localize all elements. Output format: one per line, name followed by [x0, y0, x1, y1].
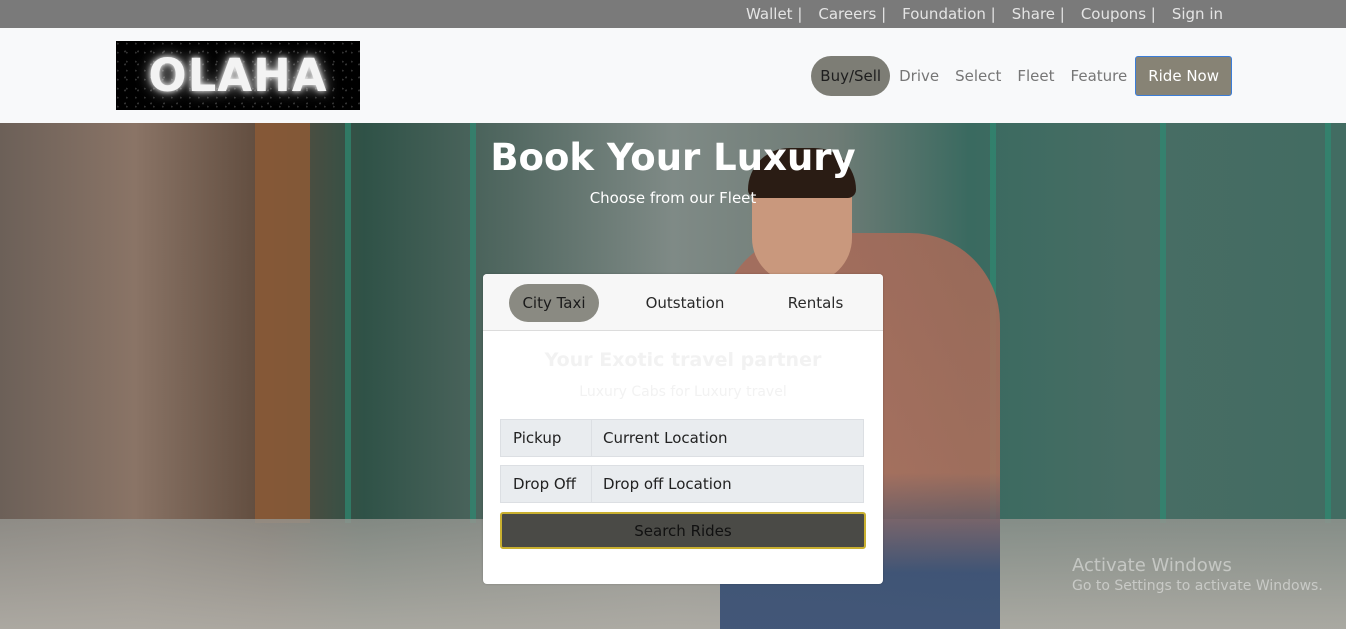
- dropoff-label: Drop Off: [500, 465, 591, 503]
- nav-feature[interactable]: Feature: [1071, 67, 1128, 85]
- search-rides-button[interactable]: Search Rides: [500, 512, 866, 549]
- main-nav: Buy/Sell Drive Select Fleet Feature Ride…: [811, 56, 1232, 96]
- nav-fleet[interactable]: Fleet: [1017, 67, 1054, 85]
- hero-section: Book Your Luxury Choose from our Fleet C…: [0, 123, 1346, 629]
- watermark-title: Activate Windows: [1072, 555, 1232, 576]
- watermark-subtitle: Go to Settings to activate Windows.: [1072, 578, 1323, 594]
- nav-drive[interactable]: Drive: [899, 67, 939, 85]
- wallet-link[interactable]: Wallet |: [746, 5, 802, 23]
- logo-text: OLAHA: [148, 49, 328, 102]
- hero-title: Book Your Luxury: [490, 136, 856, 179]
- top-utility-bar: Wallet | Careers | Foundation | Share | …: [0, 0, 1346, 28]
- hero-subtitle: Choose from our Fleet: [589, 189, 757, 207]
- pickup-input[interactable]: Current Location: [591, 419, 864, 457]
- dropoff-field: Drop Off Drop off Location: [500, 465, 864, 503]
- hero-background-frame: [470, 123, 476, 523]
- sign-in-link[interactable]: Sign in: [1172, 5, 1223, 23]
- tab-city-taxi[interactable]: City Taxi: [509, 284, 599, 322]
- tab-outstation[interactable]: Outstation: [638, 284, 732, 322]
- nav-buy-sell[interactable]: Buy/Sell: [811, 56, 891, 96]
- os-activation-watermark: Activate Windows Go to Settings to activ…: [1072, 555, 1323, 594]
- hero-background-frame: [1325, 123, 1331, 523]
- hero-background-frame: [1160, 123, 1166, 523]
- nav-select[interactable]: Select: [955, 67, 1001, 85]
- site-header: OLAHA Buy/Sell Drive Select Fleet Featur…: [0, 28, 1346, 123]
- booking-tabs: City Taxi Outstation Rentals: [483, 274, 883, 331]
- utility-links: Wallet | Careers | Foundation | Share | …: [746, 0, 1223, 28]
- dropoff-input[interactable]: Drop off Location: [591, 465, 864, 503]
- share-link[interactable]: Share |: [1012, 5, 1065, 23]
- card-subheading: Luxury Cabs for Luxury travel: [579, 384, 787, 400]
- hero-background-frame: [345, 123, 351, 523]
- tab-rentals[interactable]: Rentals: [778, 284, 853, 322]
- foundation-link[interactable]: Foundation |: [902, 5, 996, 23]
- careers-link[interactable]: Careers |: [818, 5, 886, 23]
- card-heading: Your Exotic travel partner: [544, 349, 822, 371]
- ride-now-button[interactable]: Ride Now: [1135, 56, 1232, 96]
- hero-background-pillar: [255, 123, 310, 523]
- pickup-field: Pickup Current Location: [500, 419, 864, 457]
- pickup-label: Pickup: [500, 419, 591, 457]
- booking-card: City Taxi Outstation Rentals Your Exotic…: [483, 274, 883, 584]
- coupons-link[interactable]: Coupons |: [1081, 5, 1156, 23]
- brand-logo[interactable]: OLAHA: [116, 41, 360, 110]
